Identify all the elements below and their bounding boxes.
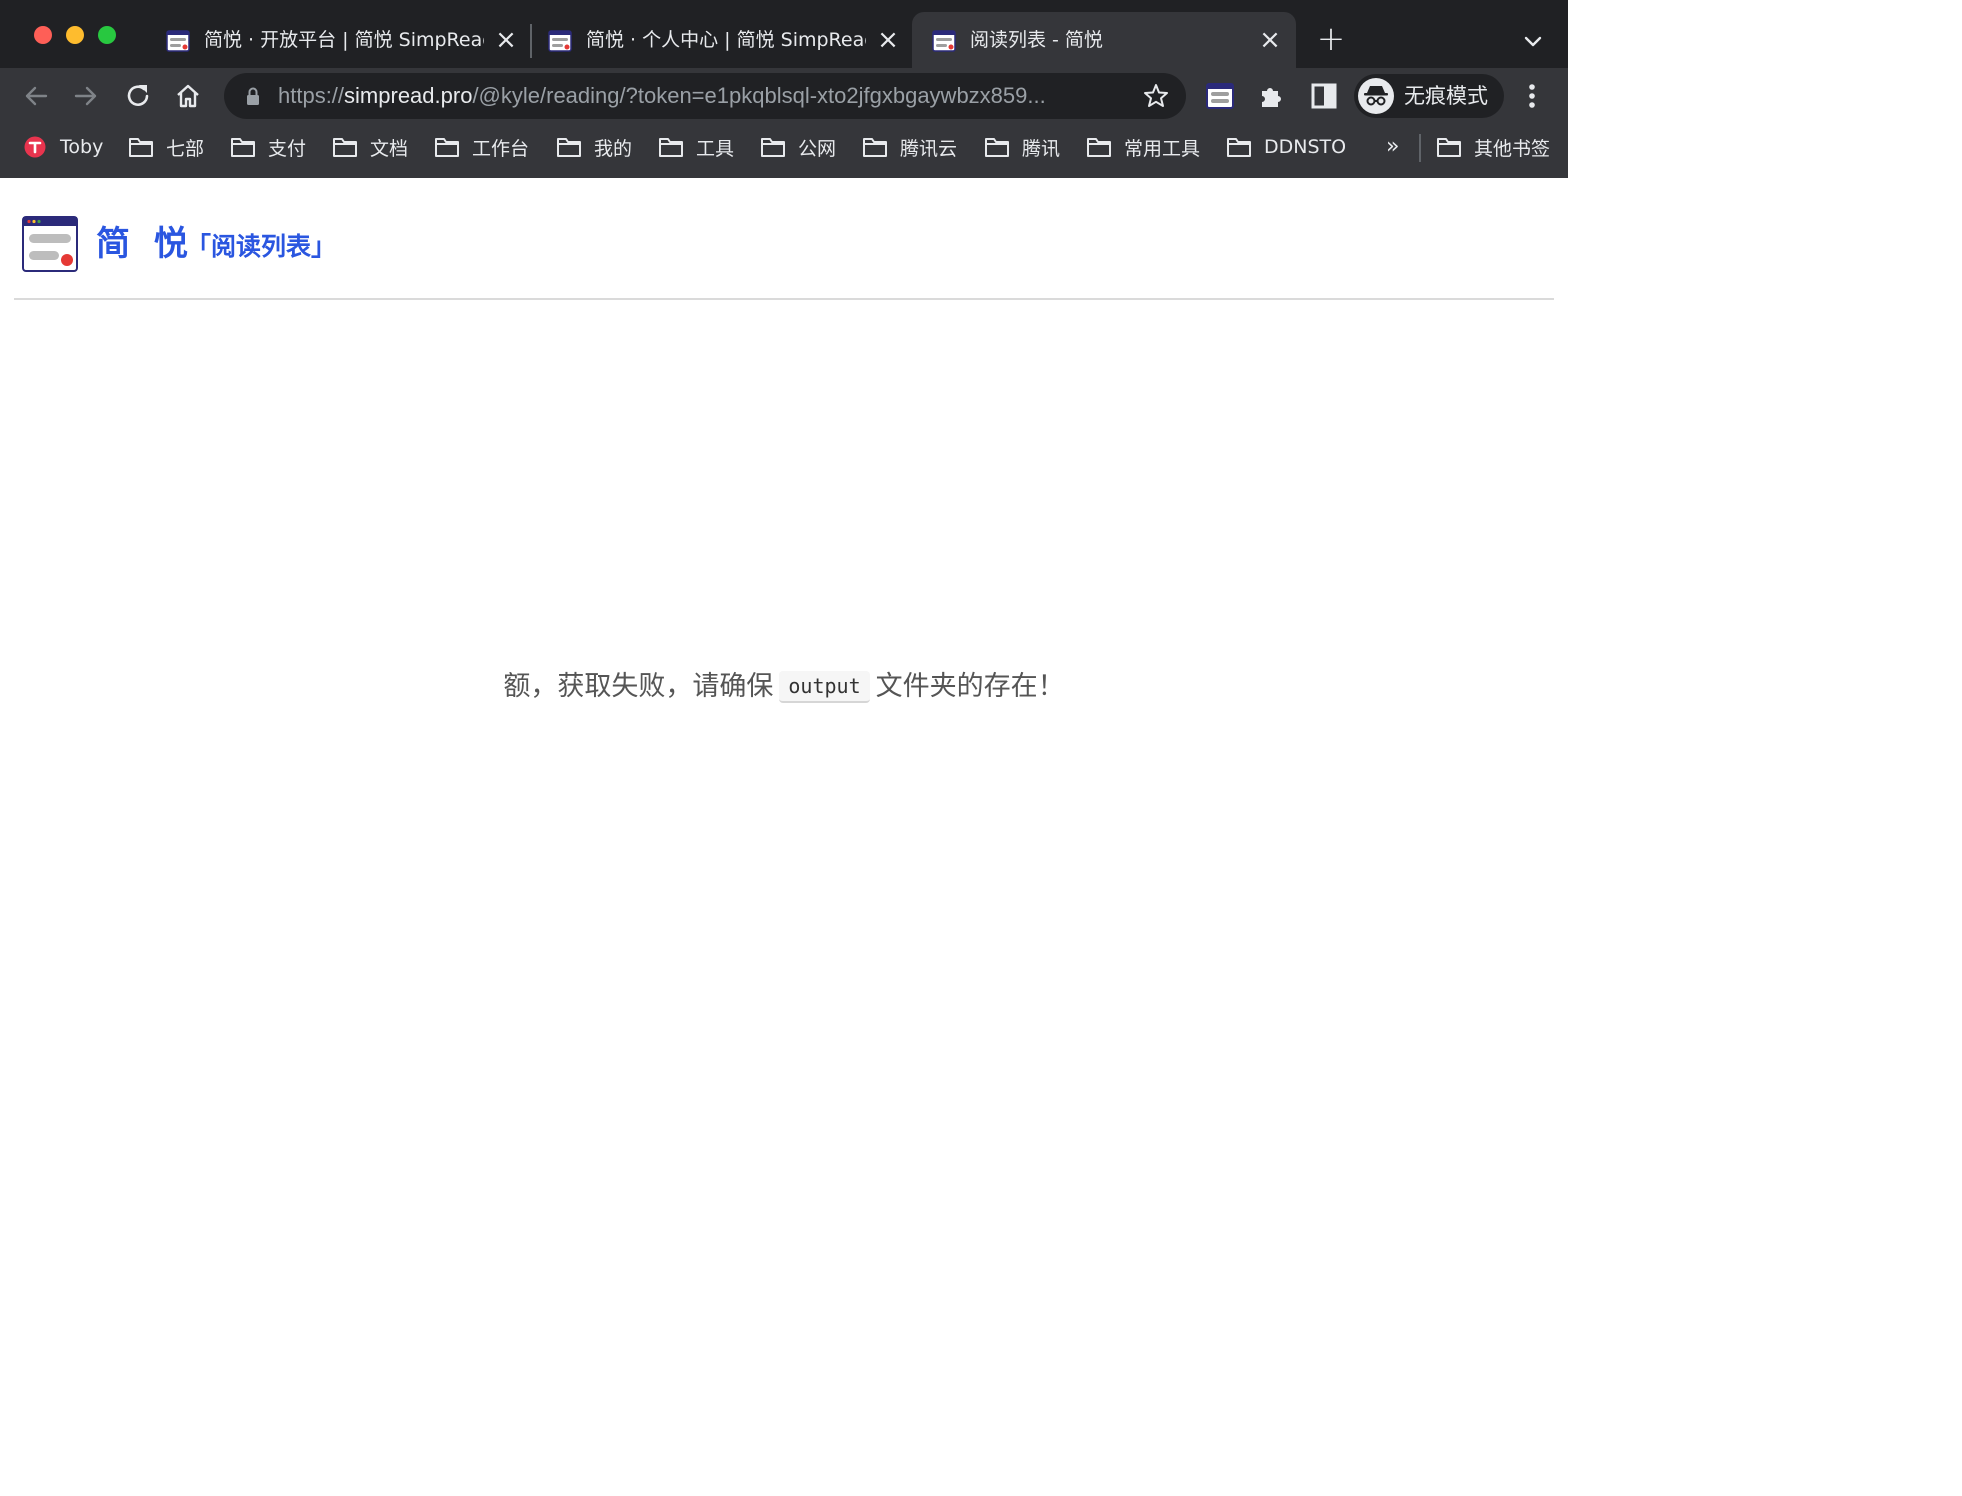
bookmark-label: 工具 xyxy=(696,137,735,160)
error-message: 额，获取失败，请确保 output 文件夹的存在！ xyxy=(0,664,1568,710)
folder-icon xyxy=(1437,138,1461,157)
bookmark-label: 公网 xyxy=(798,137,837,160)
simpread-favicon-icon xyxy=(166,30,190,52)
side-panel-icon[interactable] xyxy=(1308,80,1340,112)
bookmark-label: 腾讯云 xyxy=(900,137,958,160)
folder-icon xyxy=(761,138,785,157)
folder-icon xyxy=(129,138,153,157)
folder-icon xyxy=(435,138,459,157)
bookmark-label: 工作台 xyxy=(472,137,530,160)
tab-strip: 简悦 · 开放平台 | 简悦 SimpRead × 简悦 · 个人中心 | 简悦… xyxy=(0,0,1568,68)
error-message-prefix: 额，获取失败，请确保 xyxy=(503,671,774,702)
header-divider xyxy=(14,298,1554,300)
bookmark-label: 七部 xyxy=(166,137,205,160)
tab-close-icon[interactable]: × xyxy=(495,27,517,53)
simpread-logo-icon[interactable] xyxy=(22,216,78,272)
browser-chrome: 简悦 · 开放平台 | 简悦 SimpRead × 简悦 · 个人中心 | 简悦… xyxy=(0,0,1568,178)
bookmark-item[interactable]: 公网 xyxy=(760,132,836,162)
folder-icon xyxy=(1227,138,1251,157)
bookmark-item[interactable]: 腾讯 xyxy=(984,132,1060,162)
folder-icon xyxy=(231,138,255,157)
folder-icon xyxy=(985,138,1009,157)
simpread-extension-icon[interactable] xyxy=(1204,80,1236,112)
tab-open-platform[interactable]: 简悦 · 开放平台 | 简悦 SimpRead × xyxy=(146,12,528,68)
page-header: 简 悦 「阅读列表」 xyxy=(0,178,1568,300)
tab-search-chevron-icon[interactable] xyxy=(1518,26,1548,56)
tab-personal-center[interactable]: 简悦 · 个人中心 | 简悦 SimpRead × xyxy=(528,12,910,68)
bookmarks-separator xyxy=(1419,134,1421,162)
forward-arrow-icon[interactable] xyxy=(70,80,102,112)
bookmark-label: 文档 xyxy=(370,137,409,160)
tab-title: 阅读列表 - 简悦 xyxy=(970,29,1103,51)
bookmark-label: Toby xyxy=(60,136,104,158)
window-close-button[interactable] xyxy=(34,26,52,44)
tab-title: 简悦 · 开放平台 | 简悦 SimpRead xyxy=(204,29,484,51)
address-bar[interactable]: https://simpread.pro/@kyle/reading/?toke… xyxy=(224,73,1186,119)
new-tab-button[interactable]: + xyxy=(1316,22,1346,56)
bookmark-item[interactable]: DDNSTO xyxy=(1226,132,1346,162)
url-text: https://simpread.pro/@kyle/reading/?toke… xyxy=(278,82,1046,110)
bookmark-star-icon[interactable] xyxy=(1142,82,1170,110)
bookmark-item[interactable]: 支付 xyxy=(230,132,306,162)
tab-close-icon[interactable]: × xyxy=(877,27,899,53)
window-minimize-button[interactable] xyxy=(66,26,84,44)
bookmark-item[interactable]: 我的 xyxy=(556,132,632,162)
more-menu-icon[interactable] xyxy=(1518,80,1546,112)
page-subtitle: 「阅读列表」 xyxy=(186,232,337,261)
tab-title: 简悦 · 个人中心 | 简悦 SimpRead xyxy=(586,29,866,51)
lock-icon[interactable] xyxy=(244,86,262,106)
bookmark-label: 其他书签 xyxy=(1474,137,1551,160)
bookmark-item[interactable]: 工作台 xyxy=(434,132,529,162)
bookmark-item[interactable]: Toby xyxy=(22,132,103,162)
window-maximize-button[interactable] xyxy=(98,26,116,44)
inline-code: output xyxy=(779,671,870,703)
incognito-icon xyxy=(1358,78,1394,114)
url-host: simpread.pro xyxy=(344,83,473,108)
simpread-favicon-icon xyxy=(932,30,956,52)
extensions-puzzle-icon[interactable] xyxy=(1256,80,1288,112)
tab-close-icon[interactable]: × xyxy=(1259,27,1281,53)
toby-icon xyxy=(24,136,46,158)
brand-title[interactable]: 简 悦 xyxy=(96,222,194,266)
folder-icon xyxy=(659,138,683,157)
bookmark-label: 常用工具 xyxy=(1124,137,1201,160)
url-scheme: https:// xyxy=(278,83,345,108)
back-arrow-icon[interactable] xyxy=(20,80,52,112)
bookmark-label: 我的 xyxy=(594,137,633,160)
tab-reading-list[interactable]: 阅读列表 - 简悦 × xyxy=(912,12,1296,68)
other-bookmarks-folder[interactable]: 其他书签 xyxy=(1436,132,1550,162)
folder-icon xyxy=(333,138,357,157)
bookmark-label: 腾讯 xyxy=(1022,137,1061,160)
home-icon[interactable] xyxy=(172,80,204,112)
simpread-favicon-icon xyxy=(548,30,572,52)
reload-icon[interactable] xyxy=(122,80,154,112)
folder-icon xyxy=(557,138,581,157)
bookmark-item[interactable]: 工具 xyxy=(658,132,734,162)
bookmark-label: 支付 xyxy=(268,137,307,160)
bookmarks-overflow-button[interactable]: » xyxy=(1386,132,1399,162)
folder-icon xyxy=(1087,138,1111,157)
bookmark-label: DDNSTO xyxy=(1264,136,1347,158)
bookmark-item[interactable]: 常用工具 xyxy=(1086,132,1200,162)
incognito-profile-button[interactable]: 无痕模式 xyxy=(1354,74,1504,118)
url-path: /@kyle/reading/?token=e1pkqblsql-xto2jfg… xyxy=(472,83,1046,108)
bookmark-item[interactable]: 腾讯云 xyxy=(862,132,957,162)
bookmark-item[interactable]: 七部 xyxy=(128,132,204,162)
incognito-label: 无痕模式 xyxy=(1404,84,1488,108)
folder-icon xyxy=(863,138,887,157)
error-message-suffix: 文件夹的存在！ xyxy=(875,671,1065,702)
bookmark-item[interactable]: 文档 xyxy=(332,132,408,162)
